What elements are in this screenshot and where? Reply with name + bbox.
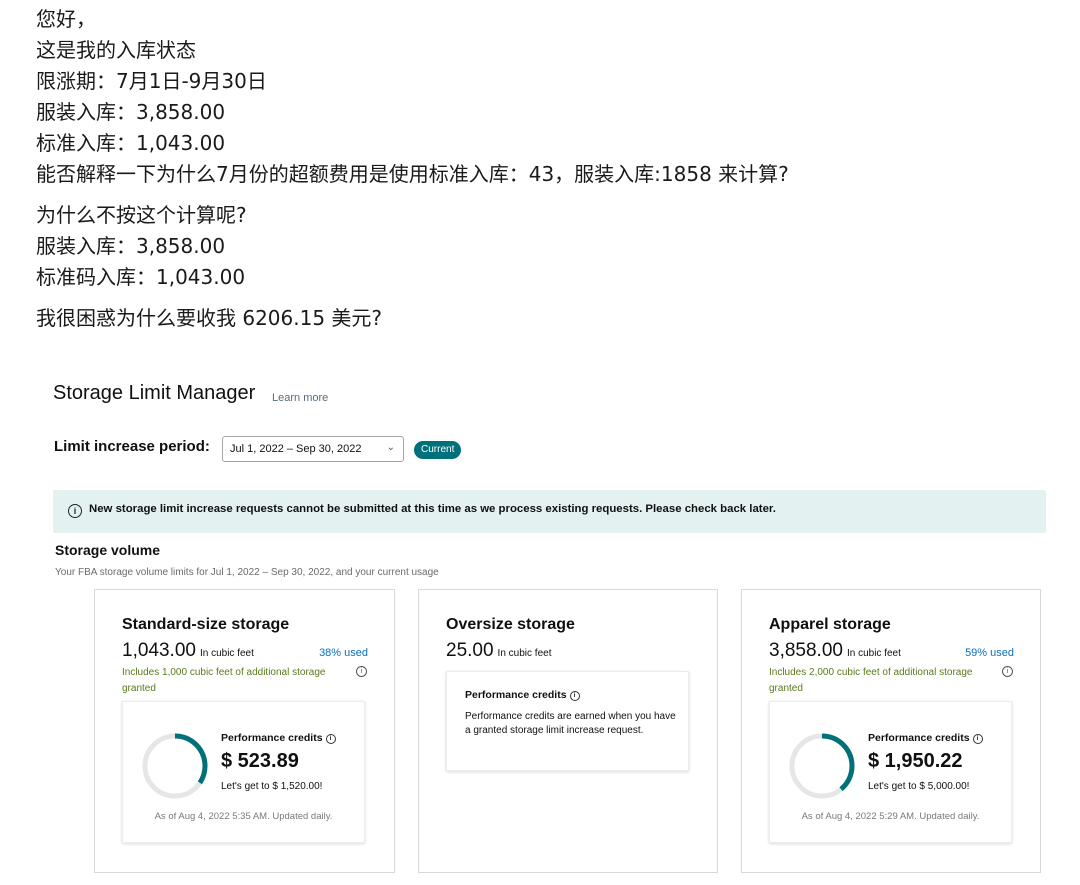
storage-unit: In cubic feet bbox=[497, 648, 552, 659]
credits-goal: Let's get to $ 1,520.00! bbox=[221, 781, 323, 792]
usage-percent: 59% used bbox=[965, 647, 1014, 659]
storage-volume-heading: Storage volume bbox=[55, 542, 161, 558]
credits-progress-ring bbox=[789, 733, 855, 799]
storage-amount-value: 1,043.00 bbox=[122, 640, 196, 661]
card-title: Oversize storage bbox=[446, 616, 575, 633]
credits-explanation: Performance credits are earned when you … bbox=[465, 711, 676, 736]
updated-timestamp: As of Aug 4, 2022 5:35 AM. Updated daily… bbox=[154, 811, 333, 822]
message-line: 这是我的入库状态 bbox=[36, 38, 196, 62]
info-icon[interactable]: i bbox=[569, 691, 580, 701]
includes-note: Includes 2,000 cubic feet of additional … bbox=[769, 667, 973, 694]
storage-amount-value: 3,858.00 bbox=[769, 640, 843, 661]
page-title: Storage Limit Manager bbox=[53, 382, 256, 404]
updated-timestamp: As of Aug 4, 2022 5:29 AM. Updated daily… bbox=[801, 811, 980, 822]
message-line: 为什么不按这个计算呢? bbox=[36, 203, 247, 227]
message-line: 服装入库：3,858.00 bbox=[36, 100, 226, 124]
apparel-storage-card: Apparel storage 3,858.00 In cubic feet 59… bbox=[741, 589, 1041, 873]
storage-amount: 25.00 In cubic feet bbox=[446, 640, 551, 662]
limit-period-label: Limit increase period: bbox=[54, 438, 210, 455]
message-line: 您好， bbox=[36, 7, 96, 31]
chevron-down-icon: ⌄ bbox=[386, 442, 395, 453]
limit-period-value: Jul 1, 2022 – Sep 30, 2022 bbox=[230, 443, 362, 455]
storage-volume-subtitle: Your FBA storage volume limits for Jul 1… bbox=[55, 567, 439, 578]
oversize-storage-card: Oversize storage 25.00 In cubic feet Perf… bbox=[418, 589, 718, 873]
storage-limit-manager-screenshot: Storage Limit Manager Learn more Limit i… bbox=[0, 372, 1080, 885]
usage-percent: 38% used bbox=[319, 647, 368, 659]
credits-amount: $ 523.89 bbox=[221, 750, 299, 772]
credits-label: Performance credits i bbox=[868, 732, 983, 744]
storage-unit: In cubic feet bbox=[199, 648, 254, 659]
credits-goal: Let's get to $ 5,000.00! bbox=[868, 781, 970, 792]
info-icon[interactable]: i bbox=[356, 666, 367, 677]
current-badge: Current bbox=[414, 441, 462, 459]
alert-text: New storage limit increase requests cann… bbox=[89, 503, 776, 515]
message-line: 我很困惑为什么要收我 6206.15 美元? bbox=[36, 306, 383, 330]
standard-storage-card: Standard-size storage 1,043.00 In cubic f… bbox=[94, 589, 395, 873]
limit-period-select[interactable]: Jul 1, 2022 – Sep 30, 2022 ⌄ bbox=[222, 436, 404, 462]
storage-amount-value: 25.00 bbox=[446, 640, 494, 661]
credits-progress-ring bbox=[142, 733, 208, 799]
credits-label: Performance credits i bbox=[465, 689, 580, 701]
message-line: 标准码入库：1,043.00 bbox=[36, 265, 246, 289]
chat-message: 您好， 这是我的入库状态 限涨期：7月1日-9月30日 服装入库：3,858.0… bbox=[36, 4, 1056, 334]
info-icon[interactable]: i bbox=[972, 734, 983, 744]
learn-more-link[interactable]: Learn more bbox=[272, 392, 328, 404]
message-line: 能否解释一下为什么7月份的超额费用是使用标准入库：43，服装入库:1858 来计… bbox=[36, 162, 789, 186]
message-line: 标准入库：1,043.00 bbox=[36, 131, 226, 155]
storage-amount: 3,858.00 In cubic feet bbox=[769, 640, 901, 662]
storage-unit: In cubic feet bbox=[846, 648, 901, 659]
includes-note: Includes 1,000 cubic feet of additional … bbox=[122, 667, 326, 694]
message-line: 服装入库：3,858.00 bbox=[36, 234, 226, 258]
info-icon: i bbox=[68, 504, 82, 518]
storage-amount: 1,043.00 In cubic feet bbox=[122, 640, 254, 662]
info-icon[interactable]: i bbox=[325, 734, 336, 744]
message-line: 限涨期：7月1日-9月30日 bbox=[36, 69, 267, 93]
card-title: Apparel storage bbox=[769, 616, 891, 633]
performance-credits-box: Performance credits i $ 523.89 Let's get … bbox=[122, 701, 365, 843]
credits-label: Performance credits i bbox=[221, 732, 336, 744]
credits-amount: $ 1,950.22 bbox=[868, 750, 963, 772]
card-title: Standard-size storage bbox=[122, 616, 290, 633]
performance-credits-box: Performance credits i $ 1,950.22 Let's ge… bbox=[769, 701, 1012, 843]
info-icon[interactable]: i bbox=[1002, 666, 1013, 677]
performance-credits-box: Performance credits i Performance credits… bbox=[446, 671, 689, 771]
info-alert: i New storage limit increase requests ca… bbox=[53, 490, 1046, 533]
